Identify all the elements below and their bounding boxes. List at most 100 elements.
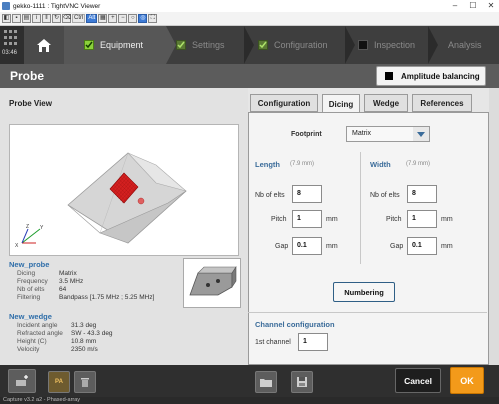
step-label: Analysis (448, 40, 482, 50)
wedge-thumbnail[interactable] (183, 258, 241, 308)
windows-key-icon[interactable]: ▦ (98, 14, 108, 23)
numbering-button[interactable]: Numbering (333, 282, 395, 302)
fullscreen-icon[interactable]: ⛶ (148, 14, 158, 23)
probe-name: New_probe (9, 260, 50, 269)
info-value: 31.3 deg (71, 322, 97, 329)
length-gap-input[interactable]: 0.1 (292, 237, 322, 255)
info-row: Refracted angle SW - 43.3 deg (9, 330, 113, 338)
zoom-100-icon[interactable]: ○ (128, 14, 138, 23)
window-title: gekko-1111 : TightVNC Viewer (13, 2, 101, 10)
status-bar: Capture v3.2 a2 - Phased-array (0, 397, 499, 404)
trash-icon (81, 378, 89, 387)
info-row: Incident angle 31.3 deg (9, 322, 113, 330)
svg-text:Z: Z (26, 224, 29, 230)
app-icon (2, 2, 10, 10)
step-analysis[interactable]: Analysis (448, 26, 498, 64)
info-key: Height (C) (17, 338, 47, 345)
info-value: Bandpass [1.75 MHz ; 5.25 MHz] (59, 294, 155, 301)
amplitude-balancing-button[interactable]: Amplitude balancing (376, 66, 486, 86)
chevron-down-icon (413, 127, 429, 141)
tab-dicing[interactable]: Dicing (322, 94, 360, 113)
width-gap-label: Gap (390, 243, 404, 250)
first-channel-input[interactable]: 1 (298, 333, 328, 351)
footprint-select[interactable]: Matrix (346, 126, 430, 142)
pa-button[interactable]: PA (48, 371, 70, 393)
tab-references[interactable]: References (412, 94, 472, 112)
step-label: Configuration (274, 40, 328, 50)
info-key: Incident angle (17, 322, 58, 329)
ctrl-key-button[interactable]: Ctrl (72, 14, 86, 23)
cancel-button[interactable]: Cancel (395, 368, 441, 393)
tab-wedge[interactable]: Wedge (364, 94, 408, 112)
width-gap-input[interactable]: 0.1 (407, 237, 437, 255)
step-label: Settings (192, 40, 225, 50)
add-probe-button[interactable] (8, 369, 36, 393)
width-pitch-input[interactable]: 1 (407, 210, 437, 228)
info-value: 3.5 MHz (59, 278, 84, 285)
close-button[interactable]: ✕ (483, 0, 499, 12)
floppy-icon (297, 377, 307, 387)
info-key: Nb of elts (17, 286, 45, 293)
info-icon[interactable]: i (32, 14, 41, 23)
ok-button[interactable]: OK (450, 367, 484, 394)
minimize-button[interactable]: – (447, 0, 463, 12)
save-icon[interactable]: ▪ (12, 14, 21, 23)
maximize-button[interactable]: ☐ (465, 0, 481, 12)
left-panel: Probe View X Y Z New_probe Dicing Matrix… (0, 88, 248, 365)
options-icon[interactable]: ▤ (22, 14, 31, 23)
grip-icon[interactable] (4, 30, 18, 46)
footprint-label: Footprint (291, 131, 322, 138)
info-key: Refracted angle (17, 330, 63, 337)
length-pitch-input[interactable]: 1 (292, 210, 322, 228)
new-connection-icon[interactable]: ◧ (2, 14, 11, 23)
wedge-image (189, 266, 237, 296)
home-button[interactable] (24, 26, 64, 64)
step-separator (345, 26, 355, 64)
info-key: Frequency (17, 278, 48, 285)
pause-icon[interactable]: ‖ (42, 14, 51, 23)
alt-key-button[interactable]: Alt (86, 14, 98, 23)
zoom-in-icon[interactable]: + (108, 14, 118, 23)
info-value: 10.8 mm (71, 338, 97, 345)
section-divider (360, 152, 361, 264)
open-button[interactable] (255, 371, 277, 393)
length-gap-label: Gap (275, 243, 289, 250)
info-row: Dicing Matrix (9, 270, 154, 278)
step-settings[interactable]: Settings (176, 26, 246, 64)
refresh-icon[interactable]: ↻ (52, 14, 61, 23)
width-title: Width (370, 160, 391, 169)
vnc-toolbar: ◧ ▪ ▤ i ‖ ↻ ⌫ Ctrl Alt ▦ + − ○ ◎ ⛶ (0, 12, 499, 26)
home-icon (37, 38, 51, 52)
wedge-name: New_wedge (9, 312, 52, 321)
tab-configuration[interactable]: Configuration (250, 94, 318, 112)
step-separator (244, 26, 254, 64)
first-channel-label: 1st channel (255, 339, 291, 346)
bottom-toolbar: PA Cancel OK (0, 365, 499, 397)
info-key: Velocity (17, 346, 40, 353)
zoom-out-icon[interactable]: − (118, 14, 128, 23)
width-nb-label: Nb of elts (370, 192, 400, 199)
width-nb-elts-input[interactable]: 8 (407, 185, 437, 203)
info-key: Dicing (17, 270, 36, 277)
probe-3d-view[interactable]: X Y Z (9, 124, 239, 256)
section-divider (248, 312, 487, 313)
width-pitch-unit: mm (441, 216, 453, 223)
ctrl-alt-del-icon[interactable]: ⌫ (62, 14, 71, 23)
check-icon (258, 40, 268, 50)
footprint-value: Matrix (352, 130, 372, 137)
length-title: Length (255, 160, 280, 169)
page-title: Probe (10, 69, 45, 83)
delete-button[interactable] (74, 371, 96, 393)
width-size: (7.9 mm) (406, 161, 430, 167)
step-configuration[interactable]: Configuration (258, 26, 354, 64)
probe-3d-drawing: X Y Z (15, 152, 187, 249)
save-button[interactable] (291, 371, 313, 393)
info-row: Nb of elts 64 (9, 286, 154, 294)
length-nb-elts-input[interactable]: 8 (292, 185, 322, 203)
step-inspection[interactable]: Inspection (358, 26, 430, 64)
square-icon (358, 40, 368, 50)
step-equipment[interactable]: Equipment (64, 26, 166, 64)
zoom-fit-icon[interactable]: ◎ (138, 14, 148, 23)
clock: 03:46 (2, 50, 18, 56)
svg-text:X: X (15, 243, 19, 249)
